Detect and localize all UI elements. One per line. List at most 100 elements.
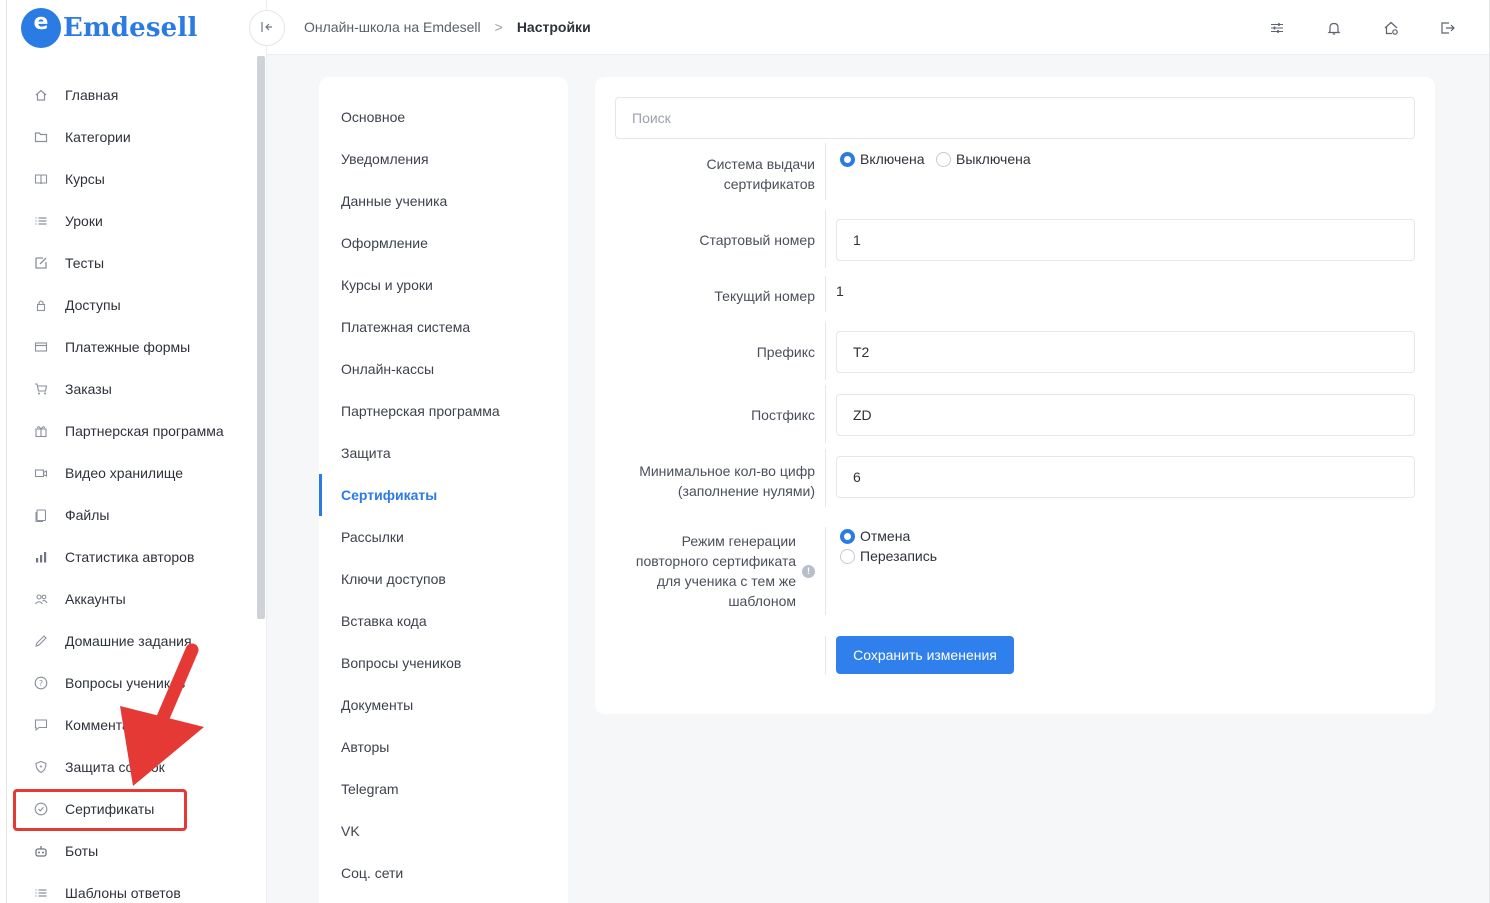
book-icon (33, 171, 49, 187)
settings-menu-item[interactable]: Уведомления (319, 138, 568, 180)
sliders-icon[interactable] (1267, 18, 1287, 38)
settings-menu-item[interactable]: Курсы и уроки (319, 264, 568, 306)
divider (825, 636, 826, 674)
sidebar-item-label: Статистика авторов (65, 549, 195, 565)
settings-menu-item[interactable]: Платежная система (319, 306, 568, 348)
logo[interactable]: e Emdesell (21, 8, 198, 48)
sidebar-item-video-storage[interactable]: Видео хранилище (7, 452, 257, 494)
settings-menu-item[interactable]: Онлайн-кассы (319, 348, 568, 390)
sidebar-item-label: Тесты (65, 255, 105, 271)
current-number-label: Текущий номер (714, 288, 815, 304)
sidebar-item-files[interactable]: Файлы (7, 494, 257, 536)
start-number-label: Стартовый номер (699, 232, 815, 248)
video-icon (33, 465, 49, 481)
users-icon (33, 591, 49, 607)
settings-menu-item[interactable]: Ключи доступов (319, 558, 568, 600)
sidebar-item-categories[interactable]: Категории (7, 116, 257, 158)
app-window: e Emdesell Главная Категории Курсы Уроки (6, 0, 1490, 903)
settings-menu-item[interactable]: Защита (319, 432, 568, 474)
settings-menu-item[interactable]: Данные ученика (319, 180, 568, 222)
search-input[interactable] (615, 97, 1415, 139)
sidebar-item-homework[interactable]: Домашние задания (7, 620, 257, 662)
info-icon[interactable]: ! (802, 565, 815, 578)
sidebar-item-author-stats[interactable]: Статистика авторов (7, 536, 257, 578)
regen-cancel-radio[interactable]: Отмена (840, 528, 910, 544)
prefix-label: Префикс (756, 344, 815, 360)
start-number-field[interactable] (836, 219, 1415, 261)
sidebar-item-bots[interactable]: Боты (7, 830, 257, 872)
settings-menu-item[interactable]: Оформление (319, 222, 568, 264)
radio-unchecked-icon (936, 151, 951, 167)
sidebar-item-label: Заказы (65, 381, 112, 397)
breadcrumb-parent[interactable]: Онлайн-школа на Emdesell (304, 19, 481, 35)
edit-icon (33, 255, 49, 271)
radio-unchecked-icon (840, 548, 855, 564)
sidebar-item-link-protection[interactable]: Защита ссылок (7, 746, 257, 788)
settings-menu-item[interactable]: Рассылки (319, 516, 568, 558)
min-digits-label: Минимальное кол-во цифр (заполнение нуля… (639, 461, 815, 501)
logo-mark: e (21, 8, 61, 48)
certificate-settings-form: Система выдачи сертификатов Включена Вык… (595, 77, 1435, 714)
settings-menu-item[interactable]: Соц. сети (319, 852, 568, 894)
settings-menu-item[interactable]: Партнерская программа (319, 390, 568, 432)
system-disabled-radio[interactable]: Выключена (936, 151, 1031, 167)
sidebar-item-lessons[interactable]: Уроки (7, 200, 257, 242)
min-digits-label-line: Минимальное кол-во цифр (639, 463, 815, 479)
regen-mode-label-line: Режим генерации (681, 533, 796, 549)
settings-menu-item-active[interactable]: Сертификаты (319, 474, 568, 516)
prefix-field[interactable] (836, 331, 1415, 373)
settings-menu-item[interactable]: VK (319, 810, 568, 852)
sidebar-scrollbar[interactable] (257, 56, 265, 619)
sidebar-item-orders[interactable]: Заказы (7, 368, 257, 410)
bar-chart-icon (33, 549, 49, 565)
settings-menu-item[interactable]: Основное (319, 96, 568, 138)
postfix-field[interactable] (836, 394, 1415, 436)
home-settings-icon[interactable] (1381, 18, 1401, 38)
sidebar-item-courses[interactable]: Курсы (7, 158, 257, 200)
min-digits-field[interactable] (836, 456, 1415, 498)
sidebar-item-affiliate[interactable]: Партнерская программа (7, 410, 257, 452)
cart-icon (33, 381, 49, 397)
sidebar-item-reply-templates[interactable]: Шаблоны ответов (7, 872, 257, 903)
logout-icon[interactable] (1438, 18, 1458, 38)
divider (825, 143, 826, 200)
robot-icon (33, 843, 49, 859)
breadcrumb-current: Настройки (516, 19, 591, 35)
sidebar-item-label: Защита ссылок (65, 759, 165, 775)
sidebar-item-comments[interactable]: Комментарии (7, 704, 257, 746)
bell-icon[interactable] (1324, 18, 1344, 38)
sidebar-item-access[interactable]: Доступы (7, 284, 257, 326)
settings-menu-item[interactable]: Авторы (319, 726, 568, 768)
breadcrumb: Онлайн-школа на Emdesell > Настройки (304, 19, 591, 35)
sidebar-item-home[interactable]: Главная (7, 74, 257, 116)
settings-menu-item[interactable]: Вопросы учеников (319, 642, 568, 684)
sidebar-item-accounts[interactable]: Аккаунты (7, 578, 257, 620)
divider (825, 527, 826, 615)
radio-label: Выключена (956, 151, 1031, 167)
system-enabled-radio[interactable]: Включена (840, 151, 925, 167)
regen-overwrite-radio[interactable]: Перезапись (840, 548, 937, 564)
divider (825, 276, 826, 312)
logo-text: Emdesell (63, 13, 198, 43)
sidebar-item-label: Главная (65, 87, 119, 103)
settings-menu-item[interactable]: Telegram (319, 768, 568, 810)
radio-label: Отмена (860, 528, 911, 544)
list-icon (33, 885, 49, 901)
regen-mode-label: Режим генерации повторного сертификата д… (636, 531, 796, 611)
sidebar-item-label: Шаблоны ответов (65, 885, 181, 901)
divider (825, 210, 826, 268)
settings-menu-item[interactable]: Документы (319, 684, 568, 726)
annotation-highlight-box (13, 789, 187, 831)
system-label-line: сертификатов (723, 176, 815, 192)
settings-menu-item[interactable]: Вставка кода (319, 600, 568, 642)
collapse-sidebar-button[interactable] (249, 10, 285, 46)
sidebar-item-payment-forms[interactable]: Платежные формы (7, 326, 257, 368)
sidebar-item-tests[interactable]: Тесты (7, 242, 257, 284)
sidebar-item-label: Вопросы учеников (65, 675, 186, 691)
shield-icon (33, 759, 49, 775)
sidebar-item-student-questions[interactable]: ? Вопросы учеников (7, 662, 257, 704)
save-changes-button[interactable]: Сохранить изменения (836, 636, 1014, 674)
sidebar-item-label: Домашние задания (65, 633, 192, 649)
min-digits-label-line: (заполнение нулями) (677, 483, 815, 499)
logo-letter: e (33, 10, 49, 35)
